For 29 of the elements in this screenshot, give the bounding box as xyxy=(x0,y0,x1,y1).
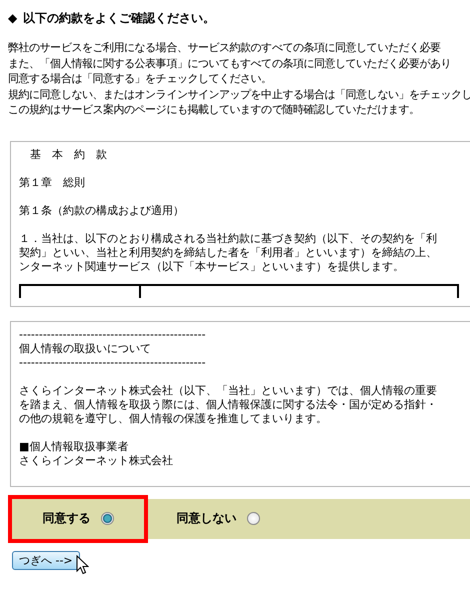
document-line: を踏まえ、個人情報を取扱う際には、個人情報保護に関する法令・国が定める指針・ xyxy=(19,398,438,412)
document-line: 基 本 約 款 xyxy=(29,148,108,162)
document-line: 契約」といい、当社と利用契約を締結した者を「利用者」といいます）を締結の上、 xyxy=(19,246,438,260)
intro-line: この規約はサービス案内のページにも掲載していますので随時確認していただけます。 xyxy=(8,102,420,118)
radio-option[interactable]: 同意しない xyxy=(148,494,288,542)
document-line: ■個人情報取扱事業者 xyxy=(19,440,130,454)
terms-textbox[interactable]: 基 本 約 款 第１章 総則 第１条（約款の構成および適用） １．当社は、以下のとおり構成される当社約款に基づき契約（以下、その契約を「利 契約」といい、当社と利用契約を締結した者を「利用者」といいます）を締結の上、 ンターネット関連サービス（以下「本サービス」といいます）を提供します。 xyxy=(10,140,470,306)
diamond-icon: ◆ xyxy=(8,11,18,26)
intro-line: 弊社のサービスをご利用になる場合、サービス約款のすべての条項に同意していただく必要 xyxy=(8,40,442,56)
page-heading: 以下の約款をよくご確認ください。 xyxy=(23,11,216,26)
intro-line: 同意する場合は「同意する」をチェックしてください。 xyxy=(8,71,273,86)
cursor-icon xyxy=(76,554,89,574)
document-line: さくらインターネット株式会社（以下、「当社」といいます）では、個人情報の重要 xyxy=(19,384,438,398)
next-button[interactable]: つぎへ --> xyxy=(12,550,80,570)
radio-button[interactable] xyxy=(100,512,114,525)
document-line: さくらインターネット株式会社 xyxy=(19,454,174,468)
intro-line: また、「個人情報に関する公表事項」についてもすべての条項に同意していただく必要があり xyxy=(8,56,452,71)
document-line: ----------------------------------------------- xyxy=(19,356,207,370)
document-line: の他の規範を遵守し、個人情報の保護を推進してまいります。 xyxy=(19,412,328,426)
document-line: 第１章 総則 xyxy=(19,176,86,190)
document-line: ----------------------------------------------- xyxy=(19,328,207,342)
document-line: １．当社は、以下のとおり構成される当社約款に基づき契約（以下、その契約を「利 xyxy=(19,232,438,246)
terms-textbox[interactable] xyxy=(10,320,470,486)
radio-button[interactable] xyxy=(246,512,260,525)
intro-line: 規約に同意しない、またはオンラインサインアップを中止する場合は「同意しない」をチェックし xyxy=(8,86,470,102)
document-line: 第１条（約款の構成および適用） xyxy=(19,204,185,218)
document-line: 個人情報の取扱いについて xyxy=(19,342,152,356)
document-line: ンターネット関連サービス（以下「本サービス」といいます）を提供します。 xyxy=(19,260,405,274)
radio-option[interactable]: 同意する xyxy=(8,494,148,542)
